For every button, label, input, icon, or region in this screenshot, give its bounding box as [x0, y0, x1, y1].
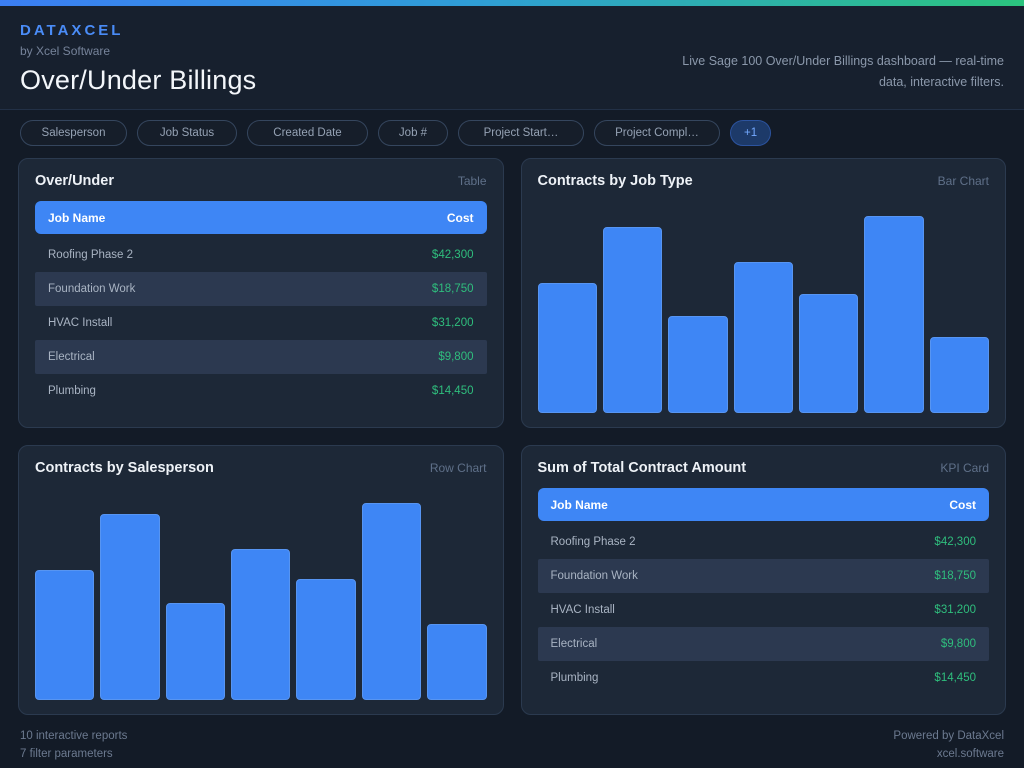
table-row[interactable]: Plumbing $14,450	[35, 374, 487, 408]
table-header-row: Job Name Cost	[35, 201, 487, 234]
job-name-cell: Plumbing	[48, 385, 96, 397]
job-name-cell: Foundation Work	[551, 570, 638, 582]
chart-bar[interactable]	[427, 624, 486, 700]
brand-block: DATAXCEL by Xcel Software Over/Under Bil…	[20, 22, 256, 96]
filter-pill-job-status[interactable]: Job Status	[137, 120, 237, 146]
table-header-row: Job Name Cost	[538, 488, 990, 521]
table-row[interactable]: HVAC Install $31,200	[538, 593, 990, 627]
page-title: Over/Under Billings	[20, 65, 256, 96]
panel-type-badge: Row Chart	[430, 461, 487, 475]
brand-byline: by Xcel Software	[20, 44, 256, 58]
filter-pill-created-date[interactable]: Created Date	[247, 120, 368, 146]
cost-cell: $14,450	[934, 672, 976, 684]
job-name-cell: Electrical	[48, 351, 95, 363]
job-name-cell: Roofing Phase 2	[551, 536, 636, 548]
filter-more-badge[interactable]: +1	[730, 120, 771, 146]
cost-cell: $42,300	[432, 249, 474, 261]
footer-stats: 10 interactive reports 7 filter paramete…	[20, 727, 127, 764]
filter-pill-salesperson[interactable]: Salesperson	[20, 120, 127, 146]
panel-header: Contracts by Salesperson Row Chart	[35, 460, 487, 476]
dashboard-grid: Over/Under Table Job Name Cost Roofing P…	[0, 158, 1024, 715]
brand-logo: DATAXCEL	[20, 22, 256, 39]
job-name-cell: HVAC Install	[48, 317, 112, 329]
chart-bar[interactable]	[930, 337, 989, 413]
panel-type-badge: Table	[458, 174, 487, 188]
app-header: DATAXCEL by Xcel Software Over/Under Bil…	[0, 6, 1024, 110]
chart-bar[interactable]	[734, 262, 793, 413]
job-name-cell: HVAC Install	[551, 604, 615, 616]
chart-bar[interactable]	[538, 283, 597, 413]
chart-bar[interactable]	[296, 579, 355, 700]
cost-cell: $18,750	[432, 283, 474, 295]
chart-bar[interactable]	[362, 503, 421, 700]
table-row[interactable]: Plumbing $14,450	[538, 661, 990, 695]
panel-title: Contracts by Salesperson	[35, 460, 214, 476]
header-tagline: Live Sage 100 Over/Under Billings dashbo…	[672, 51, 1004, 92]
job-name-cell: Foundation Work	[48, 283, 135, 295]
panel-contracts-by-salesperson: Contracts by Salesperson Row Chart	[18, 445, 504, 715]
table-body: Roofing Phase 2 $42,300 Foundation Work $18…	[538, 525, 990, 695]
table-body: Roofing Phase 2 $42,300 Foundation Work $18…	[35, 238, 487, 408]
jobs-table: Job Name Cost Roofing Phase 2 $42,300 Foun…	[35, 201, 487, 408]
footer-credits: Powered by DataXcel xcel.software	[893, 727, 1004, 764]
table-row[interactable]: Foundation Work $18,750	[538, 559, 990, 593]
table-row[interactable]: Electrical $9,800	[538, 627, 990, 661]
filter-pill-project-compl[interactable]: Project Compl…	[594, 120, 720, 146]
cost-cell: $31,200	[934, 604, 976, 616]
filter-pill-job[interactable]: Job #	[378, 120, 448, 146]
jobs-table: Job Name Cost Roofing Phase 2 $42,300 Foun…	[538, 488, 990, 695]
column-header-cost: Cost	[447, 211, 474, 225]
panel-title: Contracts by Job Type	[538, 173, 693, 189]
cost-cell: $9,800	[941, 638, 976, 650]
table-row[interactable]: Roofing Phase 2 $42,300	[538, 525, 990, 559]
panel-type-badge: Bar Chart	[938, 174, 989, 188]
chart-bar[interactable]	[603, 227, 662, 413]
chart-bar[interactable]	[864, 216, 923, 413]
chart-bar[interactable]	[35, 570, 94, 700]
table-row[interactable]: HVAC Install $31,200	[35, 306, 487, 340]
powered-by: Powered by DataXcel	[893, 727, 1004, 745]
panel-contracts-by-job-type: Contracts by Job Type Bar Chart	[521, 158, 1007, 428]
panel-header: Sum of Total Contract Amount KPI Card	[538, 460, 990, 476]
column-header-cost: Cost	[949, 498, 976, 512]
table-row[interactable]: Foundation Work $18,750	[35, 272, 487, 306]
reports-count: 10 interactive reports	[20, 727, 127, 745]
panel-type-badge: KPI Card	[940, 461, 989, 475]
job-name-cell: Electrical	[551, 638, 598, 650]
cost-cell: $18,750	[934, 570, 976, 582]
panel-total-contract-amount: Sum of Total Contract Amount KPI Card Jo…	[521, 445, 1007, 715]
chart-bar[interactable]	[100, 514, 159, 700]
salesperson-bar-chart	[35, 484, 487, 700]
column-header-job-name: Job Name	[551, 498, 608, 512]
table-row[interactable]: Electrical $9,800	[35, 340, 487, 374]
column-header-job-name: Job Name	[48, 211, 105, 225]
table-row[interactable]: Roofing Phase 2 $42,300	[35, 238, 487, 272]
app-footer: 10 interactive reports 7 filter paramete…	[0, 715, 1024, 768]
job-name-cell: Plumbing	[551, 672, 599, 684]
cost-cell: $31,200	[432, 317, 474, 329]
website-link[interactable]: xcel.software	[893, 745, 1004, 763]
chart-bar[interactable]	[231, 549, 290, 700]
chart-bar[interactable]	[668, 316, 727, 413]
cost-cell: $14,450	[432, 385, 474, 397]
cost-cell: $9,800	[438, 351, 473, 363]
chart-bar[interactable]	[166, 603, 225, 700]
job-name-cell: Roofing Phase 2	[48, 249, 133, 261]
filter-bar: Salesperson Job Status Created Date Job # Pr…	[0, 110, 1024, 158]
filter-pill-project-start[interactable]: Project Start…	[458, 120, 584, 146]
panel-title: Sum of Total Contract Amount	[538, 460, 747, 476]
panel-title: Over/Under	[35, 173, 114, 189]
chart-bar[interactable]	[799, 294, 858, 413]
panel-header: Contracts by Job Type Bar Chart	[538, 173, 990, 189]
filters-count: 7 filter parameters	[20, 745, 127, 763]
panel-header: Over/Under Table	[35, 173, 487, 189]
job-type-bar-chart	[538, 197, 990, 413]
panel-over-under: Over/Under Table Job Name Cost Roofing P…	[18, 158, 504, 428]
cost-cell: $42,300	[934, 536, 976, 548]
